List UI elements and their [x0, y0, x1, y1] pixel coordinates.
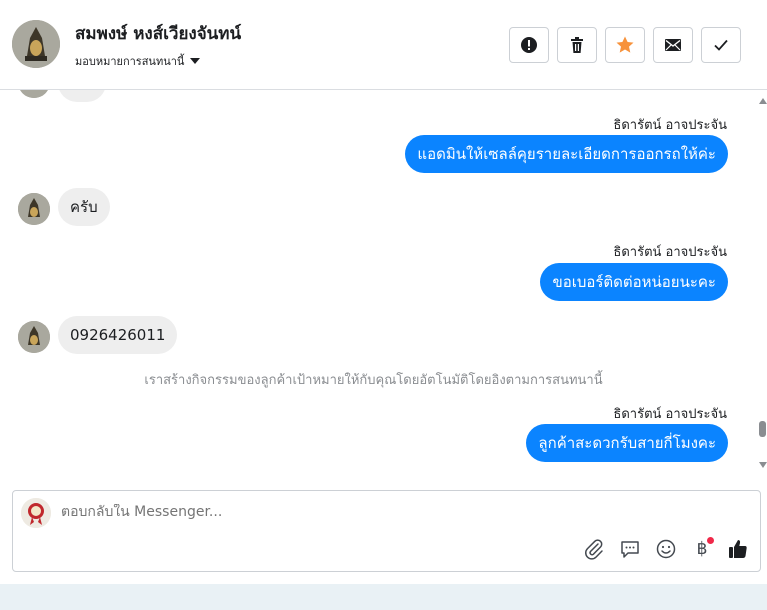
- like-button[interactable]: [726, 537, 750, 561]
- scroll-down-arrow-icon[interactable]: [759, 462, 767, 468]
- assign-conversation-dropdown[interactable]: มอบหมายการสนทนานี้: [75, 52, 201, 70]
- outgoing-message[interactable]: ขอเบอร์ติดต่อหน่อยนะคะ: [540, 263, 728, 301]
- star-icon: [616, 36, 634, 53]
- notification-dot: [707, 537, 714, 544]
- baht-payment-icon: ฿: [696, 539, 708, 559]
- incoming-message-partial: [58, 90, 106, 102]
- emoji-icon: [656, 539, 676, 559]
- contact-name[interactable]: สมพงษ์ หงส์เวียงจันทน์: [75, 20, 241, 47]
- conversation-header: สมพงษ์ หงส์เวียงจันทน์ มอบหมายการสนทนานี…: [0, 0, 767, 90]
- saved-reply-icon: [621, 541, 639, 558]
- incoming-message[interactable]: 0926426011: [58, 316, 178, 354]
- message-thread[interactable]: ธิดารัตน์ อาจประจัน แอดมินให้เซลล์คุยราย…: [0, 90, 767, 476]
- mark-spam-button[interactable]: [509, 27, 549, 63]
- payment-button[interactable]: ฿: [690, 537, 714, 561]
- alert-icon: [521, 37, 537, 53]
- contact-avatar[interactable]: [12, 20, 60, 68]
- saved-reply-button[interactable]: [618, 537, 642, 561]
- delete-button[interactable]: [557, 27, 597, 63]
- contact-avatar-small[interactable]: [18, 193, 50, 225]
- emoji-button[interactable]: [654, 537, 678, 561]
- header-actions: [509, 27, 741, 63]
- outgoing-message[interactable]: แอดมินให้เซลล์คุยรายละเอียดการออกรถให้ค่…: [405, 135, 728, 173]
- conversation-view: สมพงษ์ หงส์เวียงจันทน์ มอบหมายการสนทนานี…: [0, 0, 767, 610]
- sender-name: ธิดารัตน์ อาจประจัน: [613, 118, 727, 133]
- assign-label: มอบหมายการสนทนานี้: [75, 55, 185, 68]
- reply-input[interactable]: [61, 504, 581, 520]
- scroll-up-arrow-icon[interactable]: [759, 98, 767, 104]
- incoming-message[interactable]: ครับ: [58, 188, 110, 226]
- thread-scrollbar[interactable]: [759, 98, 767, 468]
- reply-composer: ฿: [12, 490, 761, 572]
- contact-avatar-small[interactable]: [18, 321, 50, 353]
- footer-band: [0, 584, 767, 610]
- star-button[interactable]: [605, 27, 645, 63]
- contact-avatar-small: [18, 90, 50, 98]
- scrollbar-thumb[interactable]: [759, 421, 766, 437]
- page-avatar: [21, 498, 51, 528]
- outgoing-message[interactable]: ลูกค้าสะดวกรับสายกี่โมงคะ: [526, 424, 728, 462]
- check-icon: [714, 39, 728, 51]
- caret-down-icon: [190, 58, 201, 64]
- sender-name: ธิดารัตน์ อาจประจัน: [613, 407, 727, 422]
- sender-name: ธิดารัตน์ อาจประจัน: [613, 245, 727, 260]
- trash-icon: [571, 37, 583, 53]
- system-notice: เราสร้างกิจกรรมของลูกค้าเป้าหมายให้กับคุ…: [144, 373, 603, 388]
- mail-icon: [665, 39, 681, 51]
- mark-unread-button[interactable]: [653, 27, 693, 63]
- paperclip-icon: [585, 539, 603, 560]
- attach-button[interactable]: [582, 537, 606, 561]
- composer-toolbar: ฿: [582, 537, 750, 561]
- like-icon: [729, 540, 747, 558]
- mark-done-button[interactable]: [701, 27, 741, 63]
